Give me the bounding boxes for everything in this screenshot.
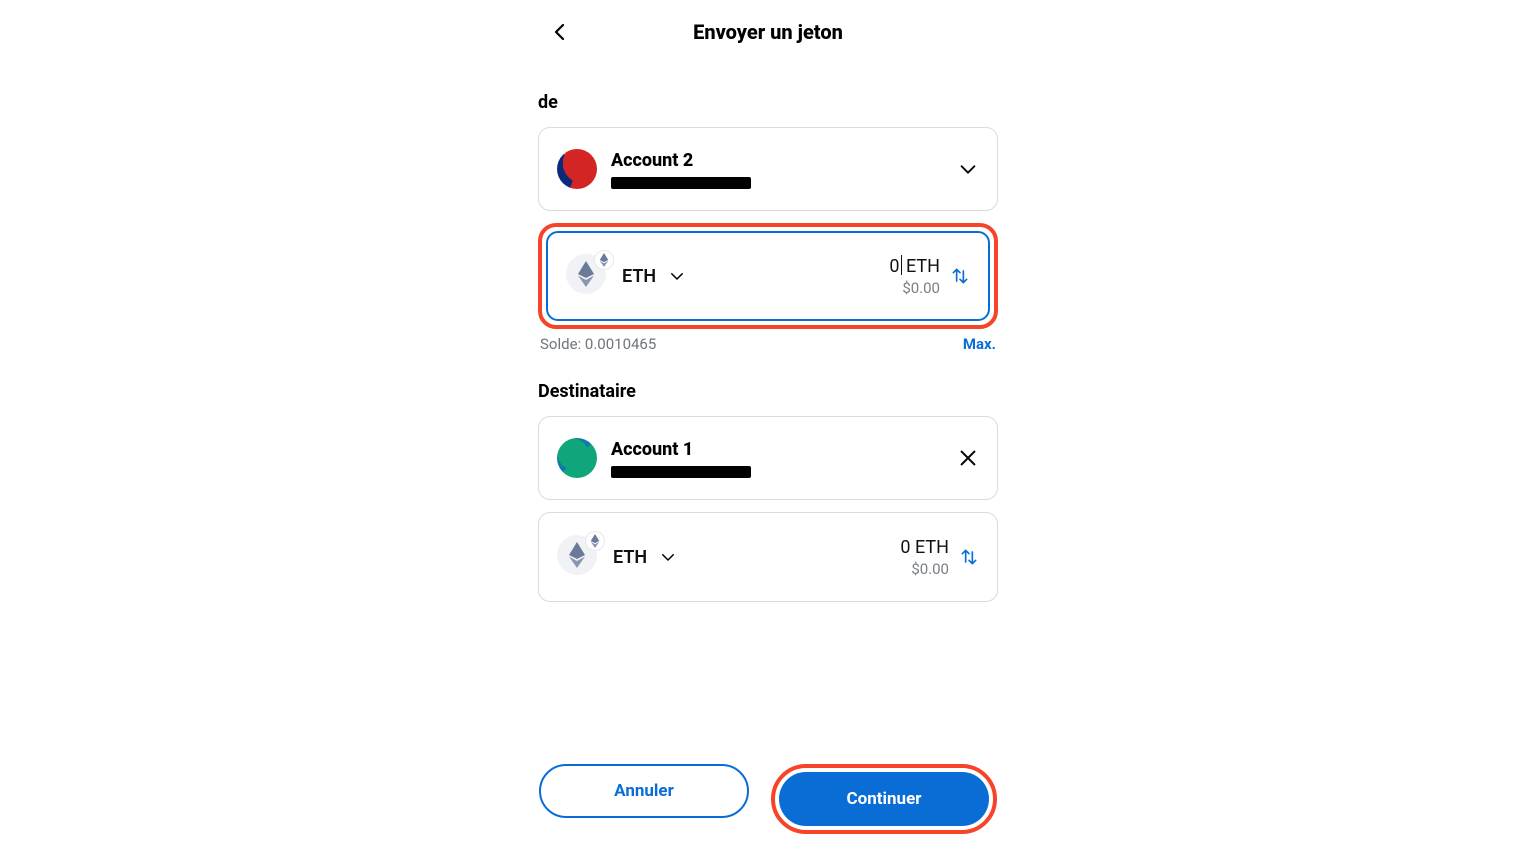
chevron-down-icon[interactable] — [668, 267, 686, 285]
from-token-symbol: ETH — [622, 266, 656, 287]
back-button[interactable] — [548, 20, 572, 44]
from-account-name: Account 2 — [611, 150, 943, 171]
from-token-card[interactable]: ETH 0 ETH $0.00 — [546, 231, 990, 321]
recipient-amount-fiat: $0.00 — [900, 560, 949, 578]
from-account-selector[interactable]: Account 2 — [538, 127, 998, 211]
chevron-down-icon — [957, 158, 979, 180]
cancel-button[interactable]: Annuler — [539, 764, 749, 818]
recipient-token-card[interactable]: ETH 0 ETH $0.00 — [538, 512, 998, 602]
from-amount-input[interactable]: 0 — [889, 256, 901, 277]
eth-icon — [566, 254, 610, 298]
account-avatar — [557, 438, 597, 478]
eth-icon — [557, 535, 601, 579]
balance-text: Solde: 0.0010465 — [540, 335, 656, 353]
swap-icon[interactable] — [950, 266, 970, 286]
from-account-address — [611, 177, 751, 189]
chevron-down-icon[interactable] — [659, 548, 677, 566]
recipient-account-name: Account 1 — [611, 439, 943, 460]
swap-icon[interactable] — [959, 547, 979, 567]
from-label: de — [538, 92, 998, 113]
from-amount-fiat: $0.00 — [889, 279, 940, 297]
recipient-token-symbol: ETH — [613, 547, 647, 568]
recipient-account-selector[interactable]: Account 1 — [538, 416, 998, 500]
page-title: Envoyer un jeton — [693, 20, 843, 44]
max-button[interactable]: Max. — [963, 335, 996, 353]
recipient-account-address — [611, 466, 751, 478]
close-icon[interactable] — [957, 447, 979, 469]
chevron-left-icon — [548, 20, 572, 44]
recipient-label: Destinataire — [538, 381, 998, 402]
account-avatar — [557, 149, 597, 189]
from-token-highlight: ETH 0 ETH $0.00 — [538, 223, 998, 329]
continue-highlight: Continuer — [771, 764, 997, 834]
continue-button[interactable]: Continuer — [779, 772, 989, 826]
recipient-amount: 0 — [900, 537, 910, 558]
